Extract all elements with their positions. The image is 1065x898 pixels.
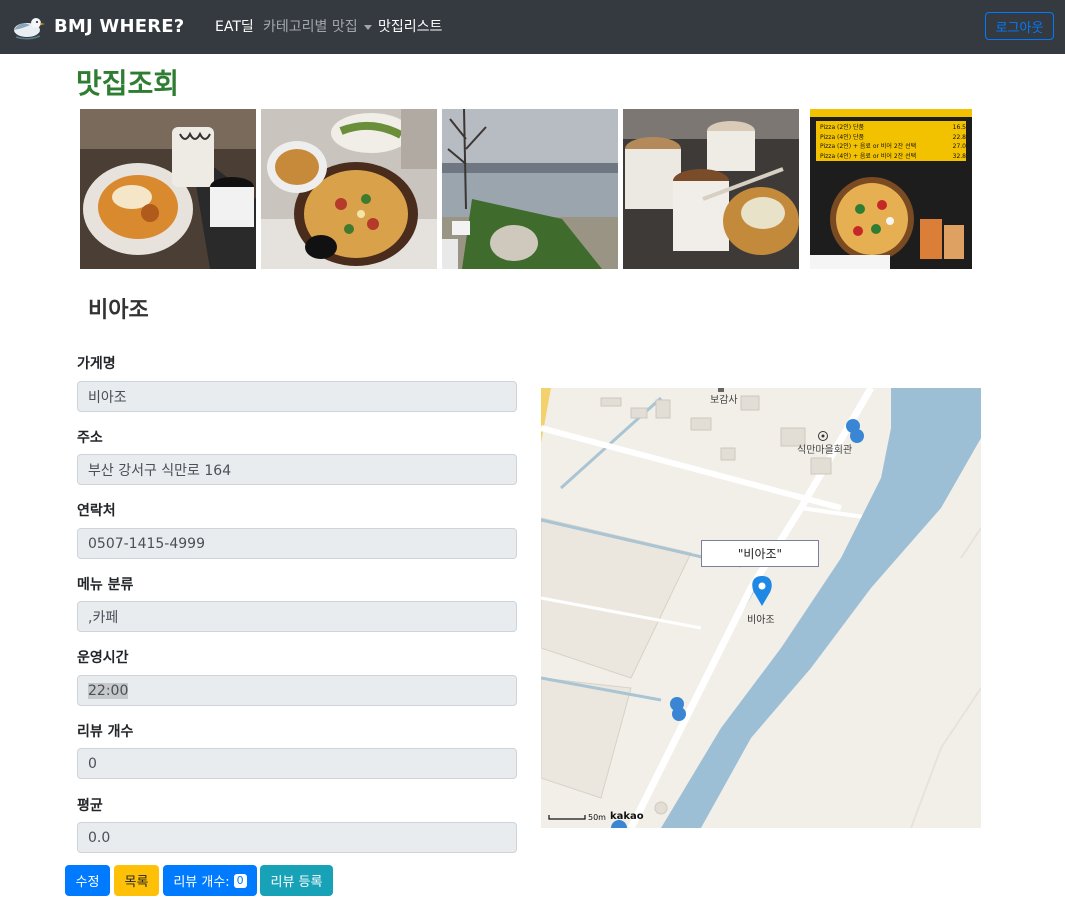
menu-row: Pizza (2인) + 음료 or 비어 2잔 선택 27.0 [820,143,966,150]
waffle-plate-image [80,109,256,269]
caret-down-icon [363,24,372,30]
address-field[interactable]: 부산 강서구 식만로 164 [77,454,517,485]
category-label: 메뉴 분류 [77,577,134,593]
restaurant-photo-4[interactable] [623,109,799,269]
hours-label: 운영시간 [77,650,129,666]
map-label-marker: 비아조 [747,615,775,626]
review-count-label: 리뷰 개수 [77,724,134,740]
menu-row: Pizza (4인) 단품 22.8 [820,133,966,141]
list-button[interactable]: 목록 [114,865,159,896]
menu-row: Pizza (2인) 단품 16.5 [820,124,966,131]
restaurant-photo-3[interactable] [442,109,618,269]
category-field[interactable]: ,카페 [77,601,517,632]
name-label: 가게명 [77,356,116,372]
menu-price-board: Pizza (2인) 단품 16.5 Pizza (4인) 단품 22.8 Pizz… [820,123,966,161]
name-value: 비아조 [88,389,127,406]
edit-button[interactable]: 수정 [65,865,110,896]
hours-field[interactable]: 22:00 [77,675,517,706]
review-count-value: 0 [88,755,97,772]
store-name-heading: 비아조 [88,298,149,323]
review-count-badge: 0 [233,873,247,888]
address-value: 부산 강서구 식만로 164 [88,462,232,479]
seagull-logo-icon [14,18,45,40]
nav-restaurant-list[interactable]: 맛집리스트 [378,16,442,36]
average-field[interactable]: 0.0 [77,822,517,853]
restaurant-photo-5[interactable]: Pizza (2인) 단품 16.5 Pizza (4인) 단품 22.8 Pizz… [810,109,972,269]
hours-value: 22:00 [88,682,129,699]
kakao-logo: kakao [610,811,644,822]
brand-name: BMJ WHERE? [54,15,185,37]
nav-category-dropdown[interactable]: 카테고리별 맛집 [263,16,372,36]
review-count-button-label: 리뷰 개수: [173,875,230,890]
pizza-table-image [261,109,437,269]
map-label-village-hall: 식만마을회관 [797,445,853,456]
coffee-waffle-image [623,109,799,269]
logout-button[interactable]: 로그아웃 [985,12,1054,40]
page-title: 맛집조회 [76,67,180,100]
average-value: 0.0 [88,829,111,846]
map-infowindow: "비아조" [701,540,819,567]
restaurant-photo-1[interactable] [80,109,256,269]
write-review-button[interactable]: 리뷰 등록 [260,865,333,896]
phone-label: 연락처 [77,503,116,519]
restaurant-photo-2[interactable] [261,109,437,269]
brand-link[interactable]: BMJ WHERE? [10,8,184,44]
address-label: 주소 [77,430,103,446]
nav-eat-deal[interactable]: EAT딜 [215,16,254,36]
map-canvas [541,388,981,828]
kakao-map[interactable]: 보감사 식만마을회관 비아조 "비아조" 50m kakao [541,388,981,828]
name-field[interactable]: 비아조 [77,381,517,412]
nav-category-label: 카테고리별 맛집 [263,19,358,35]
phone-value: 0507-1415-4999 [88,535,205,552]
top-navbar: BMJ WHERE? EAT딜 카테고리별 맛집 맛집리스트 로그아웃 [0,0,1065,54]
phone-field[interactable]: 0507-1415-4999 [77,528,517,559]
average-label: 평균 [77,798,103,814]
map-infowindow-text: "비아조" [737,547,783,561]
menu-row: Pizza (4인) + 음료 or 비어 2잔 선택 32.8 [820,152,966,160]
review-count-button[interactable]: 리뷰 개수: 0 [163,865,257,896]
map-scale-label: 50m [588,813,606,822]
category-value: ,카페 [88,609,119,626]
review-count-field[interactable]: 0 [77,748,517,779]
riverside-view-image [442,109,618,269]
map-label-temple: 보감사 [710,395,738,406]
